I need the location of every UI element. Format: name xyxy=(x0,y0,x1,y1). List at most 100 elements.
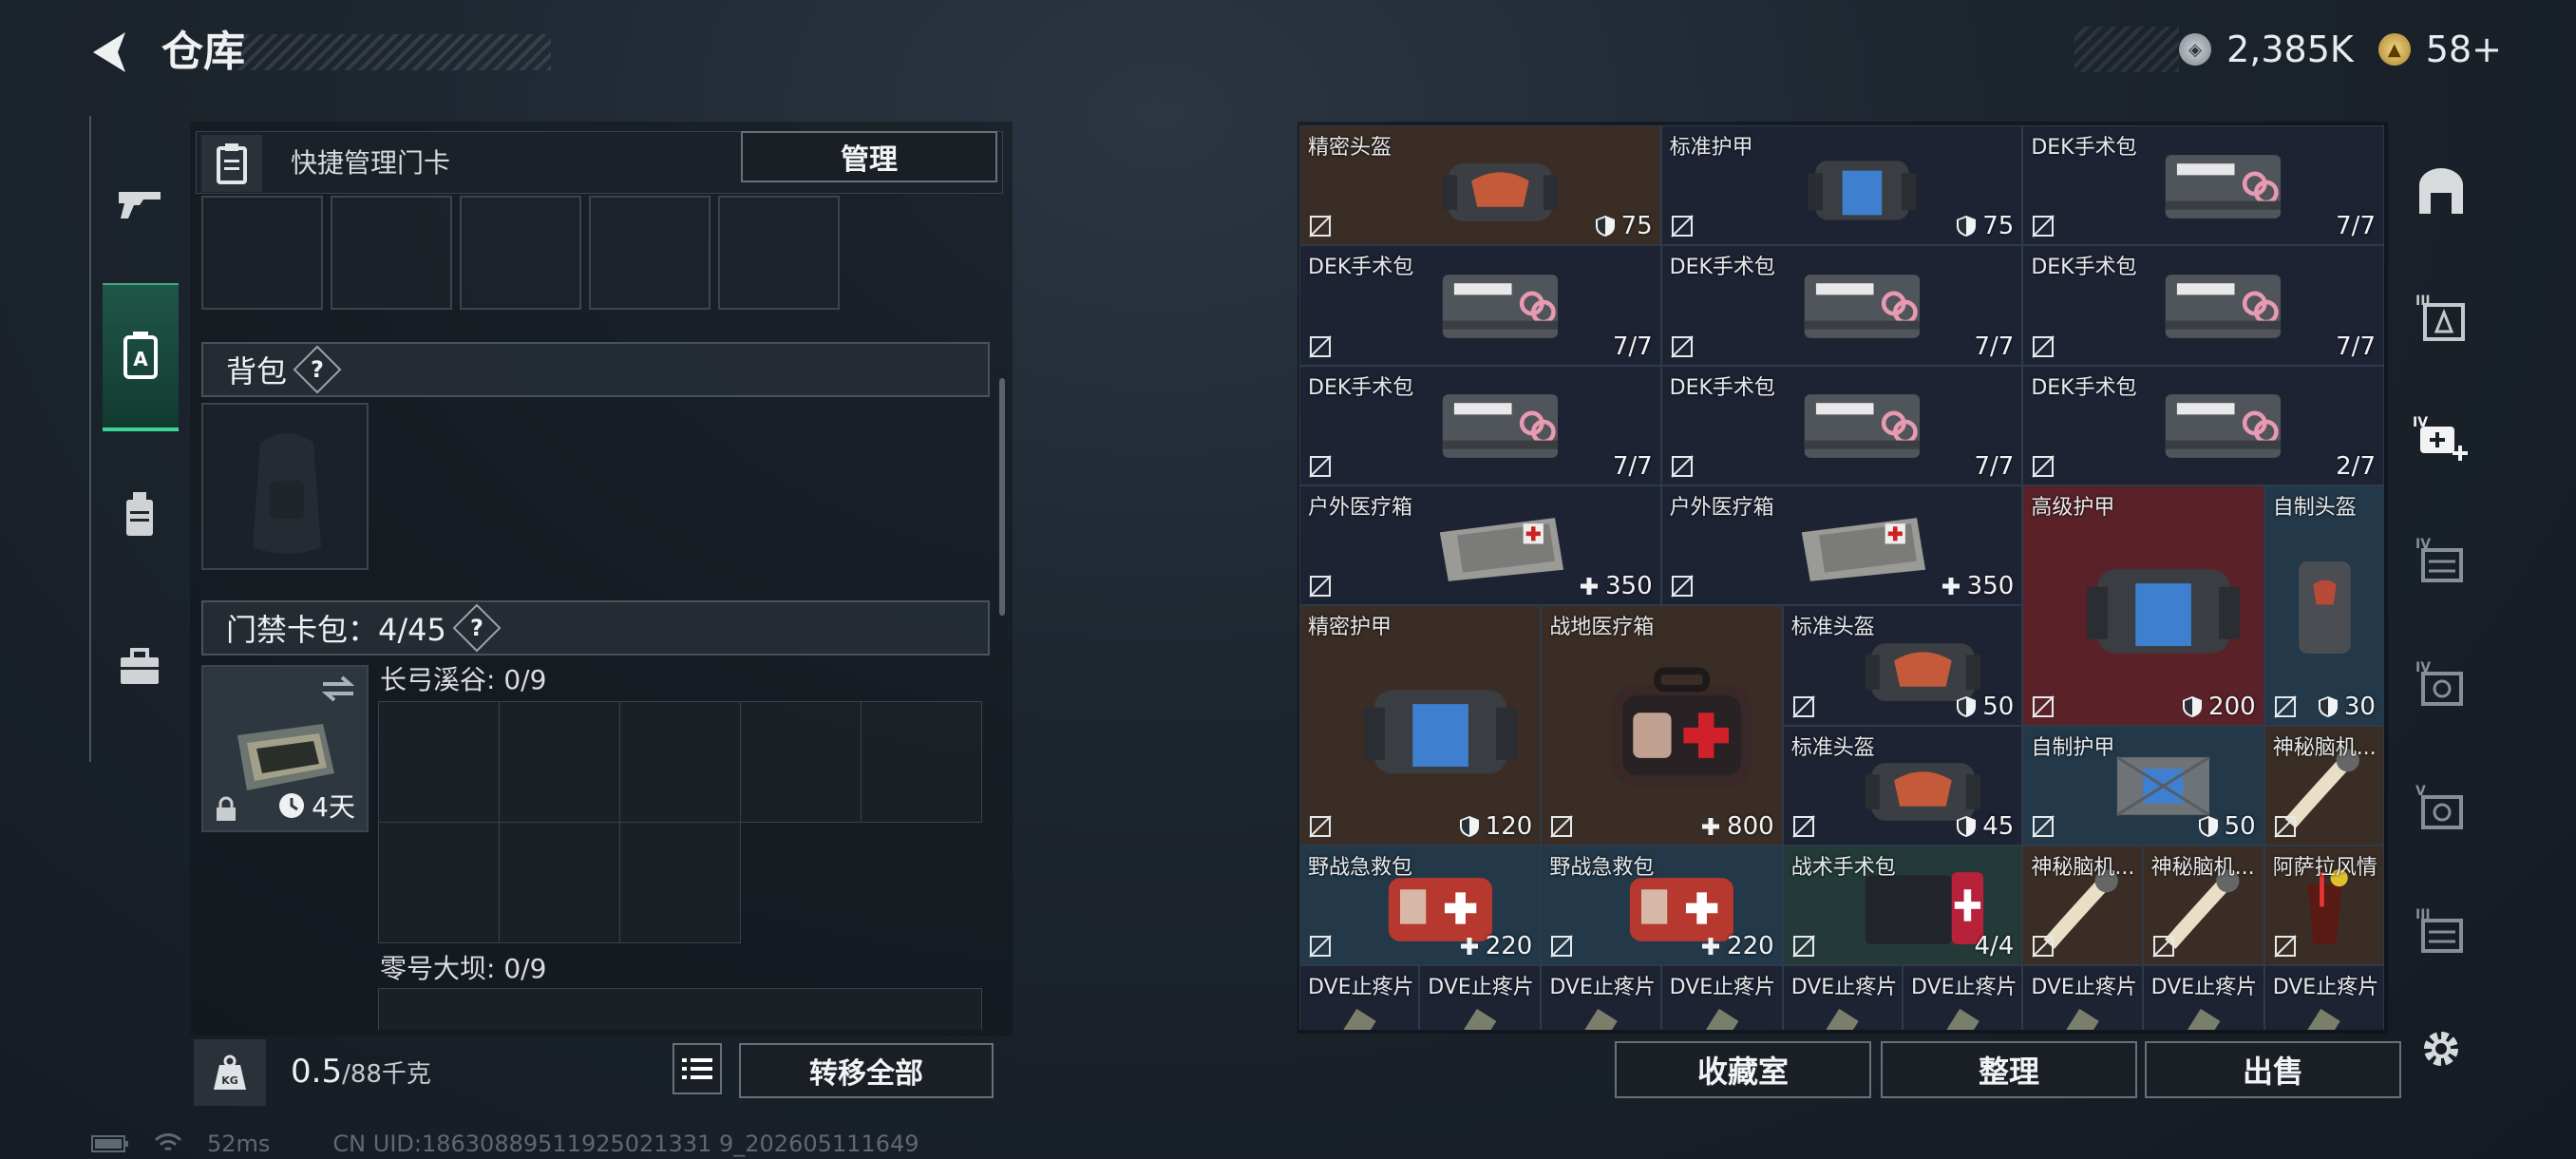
inventory-item[interactable]: DVE止疼片 xyxy=(2022,965,2143,1030)
gold-amount[interactable]: 58+ xyxy=(2426,28,2502,70)
inventory-item[interactable]: 精密护甲 120 xyxy=(1299,605,1542,846)
sort-button[interactable]: 整理 xyxy=(1881,1041,2137,1098)
nav-tier4-gear[interactable]: IV xyxy=(2411,654,2472,714)
nav-tier3-misc[interactable]: III xyxy=(2411,901,2472,961)
nav-safe-box[interactable] xyxy=(2411,162,2472,222)
card-slot[interactable] xyxy=(589,196,710,310)
inventory-item[interactable]: DVE止疼片 xyxy=(1541,965,1661,1030)
inventory-item[interactable]: 神秘脑机... xyxy=(2022,845,2143,966)
inventory-item[interactable]: 高级护甲 200 xyxy=(2022,484,2264,726)
item-name: DVE止疼片 xyxy=(2031,976,2137,1000)
nav-tier3-armor[interactable]: III xyxy=(2411,287,2472,348)
no-insure-icon xyxy=(1308,934,1333,959)
inventory-item[interactable]: 精密头盔 75 xyxy=(1299,125,1661,246)
inventory-item[interactable]: 标准头盔 45 xyxy=(1782,725,2023,846)
currency-bar: ◈ 2,385K ▲ 58+ xyxy=(2074,27,2502,72)
card-slot[interactable] xyxy=(718,196,840,310)
item-image xyxy=(1778,143,1946,230)
no-insure-icon xyxy=(2031,454,2055,479)
item-name: DEK手术包 xyxy=(1308,256,1414,280)
item-name: 自制头盔 xyxy=(2272,495,2357,520)
inventory-item[interactable]: 野战急救包 220 xyxy=(1541,845,1783,966)
sell-button[interactable]: 出售 xyxy=(2145,1041,2401,1098)
nav-tier5-gear[interactable]: V xyxy=(2411,777,2472,838)
no-insure-icon xyxy=(2273,694,2298,719)
inventory-item[interactable]: 户外医疗箱 350 xyxy=(1660,484,2023,606)
inventory-item[interactable]: DVE止疼片 xyxy=(2142,965,2264,1030)
card-grid-cell[interactable] xyxy=(619,822,741,943)
card-slot[interactable] xyxy=(331,196,452,310)
inventory-item[interactable]: DEK手术包 7/7 xyxy=(1299,365,1661,485)
no-insure-icon xyxy=(1549,814,1574,839)
item-name: 户外医疗箱 xyxy=(1308,495,1413,520)
backpack-slot[interactable] xyxy=(201,403,369,570)
nav-tier4-bag[interactable]: IV xyxy=(2411,530,2472,591)
item-image xyxy=(1354,640,1527,813)
manage-button[interactable]: 管理 xyxy=(741,131,997,182)
inventory-item[interactable]: DEK手术包 7/7 xyxy=(2022,245,2384,366)
inventory-item[interactable]: 战术手术包 4/4 xyxy=(1782,845,2023,966)
inventory-item[interactable]: DEK手术包 7/7 xyxy=(1660,365,2023,485)
inventory-item[interactable]: 神秘脑机... xyxy=(2142,845,2264,966)
inventory-item[interactable]: 标准头盔 50 xyxy=(1782,605,2023,726)
inventory-item[interactable]: DEK手术包 7/7 xyxy=(2022,125,2384,246)
inventory-item[interactable]: 户外医疗箱 350 xyxy=(1299,484,1661,606)
list-icon xyxy=(682,1058,712,1079)
inventory-item[interactable]: 阿萨拉风情 xyxy=(2263,845,2384,966)
item-name: DVE止疼片 xyxy=(2150,976,2258,1000)
inventory-item[interactable]: DVE止疼片 xyxy=(1419,965,1542,1030)
item-value: 350 xyxy=(1941,572,2014,600)
card-grid-cell[interactable] xyxy=(499,701,620,823)
list-view-button[interactable] xyxy=(672,1043,722,1094)
inventory-item[interactable]: DVE止疼片 xyxy=(1299,965,1420,1030)
inventory-item[interactable]: 野战急救包 220 xyxy=(1299,845,1542,966)
nav-backpack[interactable] xyxy=(101,467,179,562)
card-pack-slot[interactable]: 4天 xyxy=(201,665,369,832)
settings-button[interactable] xyxy=(2411,1018,2472,1079)
card-grid-cell[interactable] xyxy=(378,822,500,943)
inventory-item[interactable]: DVE止疼片 xyxy=(1903,965,2023,1030)
item-value: 7/7 xyxy=(1974,452,2014,481)
inventory-item[interactable]: DVE止疼片 xyxy=(2263,965,2384,1030)
card-pack-help-icon[interactable]: ? xyxy=(452,603,502,653)
no-insure-icon xyxy=(1308,814,1333,839)
inventory-item[interactable]: 自制头盔 30 xyxy=(2263,484,2384,726)
collection-button[interactable]: 收藏室 xyxy=(1615,1041,1871,1098)
item-name: DEK手术包 xyxy=(1669,375,1775,400)
inventory-item[interactable]: DVE止疼片 xyxy=(1660,965,1783,1030)
left-scrollbar[interactable] xyxy=(999,378,1005,616)
card-slot[interactable] xyxy=(460,196,581,310)
nav-card-pack[interactable]: A xyxy=(103,283,179,431)
inventory-item[interactable]: DEK手术包 7/7 xyxy=(1299,245,1661,366)
inventory-item[interactable]: 神秘脑机... xyxy=(2263,725,2384,846)
item-name: 标准头盔 xyxy=(1790,616,1875,640)
card-grid-cell[interactable] xyxy=(378,701,500,823)
no-insure-icon xyxy=(2273,934,2298,959)
inventory-item[interactable]: 自制护甲 50 xyxy=(2022,725,2264,846)
inventory-item[interactable]: DEK手术包 2/7 xyxy=(2022,365,2384,485)
nav-toolbox[interactable] xyxy=(101,619,179,714)
item-image xyxy=(1778,383,1946,469)
backpack-help-icon[interactable]: ? xyxy=(293,345,342,394)
inventory-item[interactable]: 标准护甲 75 xyxy=(1660,125,2023,246)
swap-icon[interactable] xyxy=(319,674,357,703)
gun-icon xyxy=(119,192,161,218)
no-insure-icon xyxy=(1308,574,1333,598)
card-grid-cell[interactable] xyxy=(499,822,620,943)
card-grid-cell[interactable] xyxy=(378,988,982,1030)
inventory-item[interactable]: 战地医疗箱 800 xyxy=(1541,605,1783,846)
nav-weapons[interactable] xyxy=(101,156,179,251)
tier4-gear-icon: IV xyxy=(2415,660,2463,706)
card-grid-cell[interactable] xyxy=(740,701,862,823)
no-insure-icon xyxy=(1308,214,1333,238)
card-grid-cell[interactable] xyxy=(619,701,741,823)
item-value-text: 200 xyxy=(2208,692,2256,721)
card-grid-cell[interactable] xyxy=(861,701,982,823)
nav-tier4-medkit-add[interactable]: IV xyxy=(2411,408,2472,469)
inventory-item[interactable]: DVE止疼片 xyxy=(1782,965,1903,1030)
card-slot[interactable] xyxy=(201,196,323,310)
transfer-all-button[interactable]: 转移全部 xyxy=(739,1043,994,1098)
inventory-item[interactable]: DEK手术包 7/7 xyxy=(1660,245,2023,366)
back-button[interactable] xyxy=(85,27,133,78)
title-stripe xyxy=(237,34,551,70)
